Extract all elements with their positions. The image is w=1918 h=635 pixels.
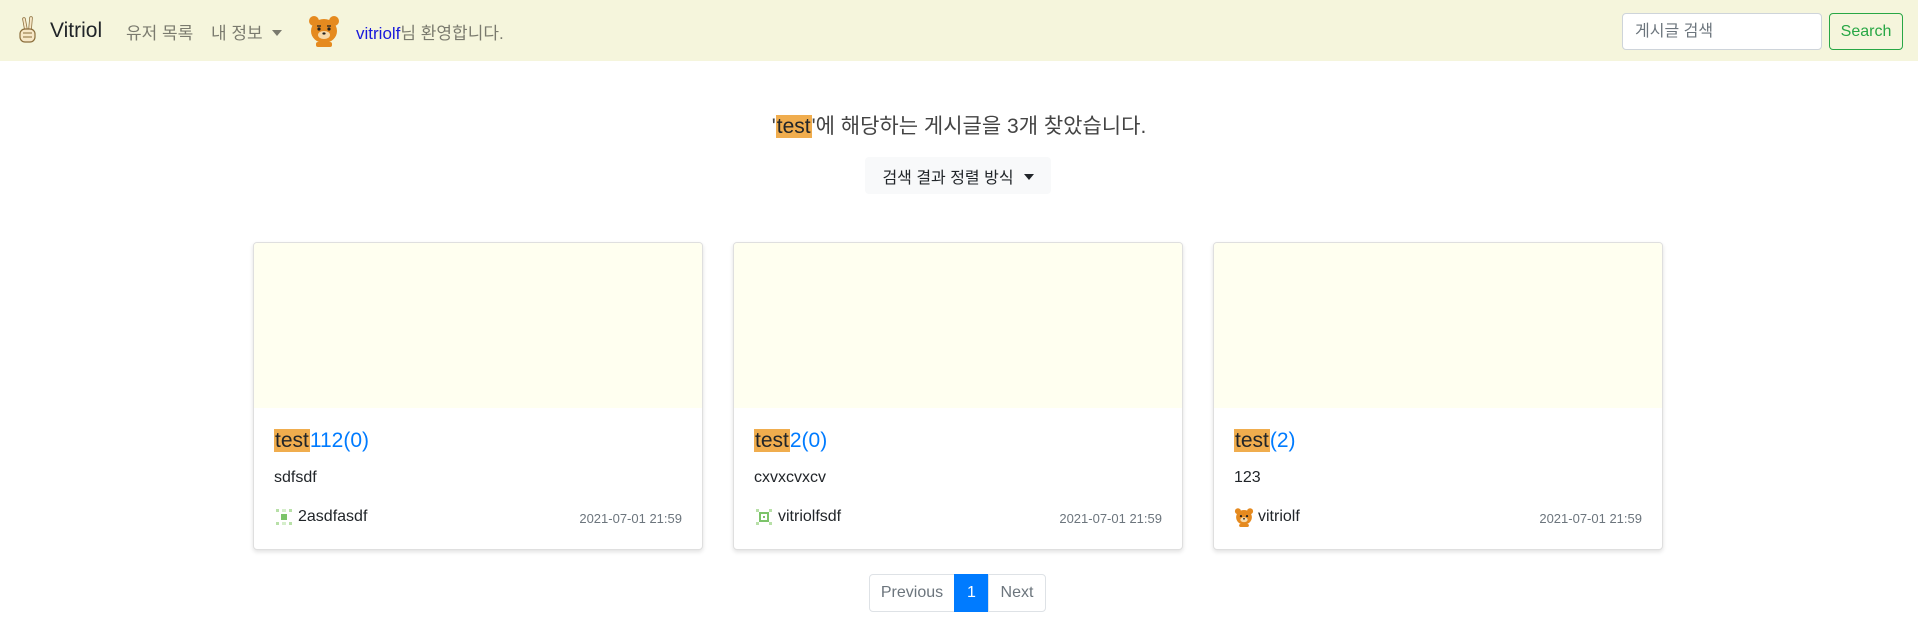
search-result-summary: 'test'에 해당하는 게시글을 3개 찾았습니다.: [0, 110, 1918, 140]
search-button[interactable]: Search: [1829, 13, 1903, 50]
previous-page-button[interactable]: Previous: [869, 574, 955, 612]
welcome-suffix: 님 환영합니다.: [400, 24, 504, 43]
author-name: vitriolf: [1258, 508, 1300, 525]
post-author[interactable]: vitriolf: [1234, 507, 1300, 527]
author-name: 2asdfasdf: [298, 508, 368, 525]
title-rest: 112(0): [309, 429, 370, 452]
top-navbar: Vitriol 유저 목록 내 정보 vitriolf님 환영합니다. Sear…: [0, 0, 1918, 61]
title-rest: (2): [1269, 429, 1296, 452]
caret-down-icon: [271, 29, 282, 36]
post-excerpt: sdfsdf: [274, 469, 317, 486]
title-match-highlight: test: [274, 429, 310, 452]
pixel-identicon-icon: [755, 508, 773, 526]
pixel-identicon-icon: [275, 508, 293, 526]
next-page-button[interactable]: Next: [988, 574, 1046, 612]
peace-hand-icon: [19, 16, 36, 43]
brand-link[interactable]: Vitriol: [16, 14, 102, 48]
card-thumbnail: [734, 243, 1182, 408]
post-card[interactable]: test112(0) sdfsdf 2asdfasdf 2021-07-01 2…: [253, 242, 703, 550]
title-match-highlight: test: [754, 429, 790, 452]
welcome-message: vitriolf님 환영합니다.: [356, 19, 504, 44]
post-author[interactable]: vitriolfsdf: [754, 507, 841, 527]
post-title-link[interactable]: test2(0): [754, 429, 827, 453]
post-card[interactable]: test2(0) cxvxcvxcv vitriolfsdf 2021-07-0…: [733, 242, 1183, 550]
post-excerpt: cxvxcvxcv: [754, 469, 826, 486]
nav-my-info-dropdown[interactable]: 내 정보: [211, 19, 282, 44]
sort-label: 검색 결과 정렬 방식: [882, 169, 1014, 187]
title-match-highlight: test: [1234, 429, 1270, 452]
bear-avatar-icon: [309, 16, 339, 47]
post-author[interactable]: 2asdfasdf: [274, 507, 367, 527]
nav-users-link[interactable]: 유저 목록: [126, 19, 193, 44]
post-date: 2021-07-01 21:59: [1539, 511, 1642, 526]
post-title-link[interactable]: test112(0): [274, 429, 369, 453]
post-card[interactable]: test(2) 123 vitriolf 2021-07-01 21:59: [1213, 242, 1663, 550]
card-thumbnail: [1214, 243, 1662, 408]
post-title-link[interactable]: test(2): [1234, 429, 1296, 453]
pagination: Previous 1 Next: [869, 574, 1046, 612]
welcome-username-link[interactable]: vitriolf: [356, 24, 400, 43]
search-input[interactable]: [1622, 13, 1822, 50]
title-rest: 2(0): [789, 429, 828, 452]
post-date: 2021-07-01 21:59: [579, 511, 682, 526]
nav-my-info-label: 내 정보: [211, 24, 263, 43]
post-date: 2021-07-01 21:59: [1059, 511, 1162, 526]
sort-dropdown-button[interactable]: 검색 결과 정렬 방식: [865, 157, 1051, 194]
card-thumbnail: [254, 243, 702, 408]
post-excerpt: 123: [1234, 469, 1261, 486]
page-1-button[interactable]: 1: [954, 574, 989, 612]
query-highlight: test: [775, 115, 812, 138]
caret-down-icon: [1023, 173, 1034, 180]
bear-avatar-icon: [1234, 508, 1254, 527]
result-count: 3: [1007, 115, 1019, 138]
result-suffix-2: 개 찾았습니다.: [1018, 115, 1147, 138]
result-suffix-1: '에 해당하는 게시글을: [811, 115, 1007, 138]
author-name: vitriolfsdf: [778, 508, 842, 525]
brand-name: Vitriol: [50, 19, 103, 42]
